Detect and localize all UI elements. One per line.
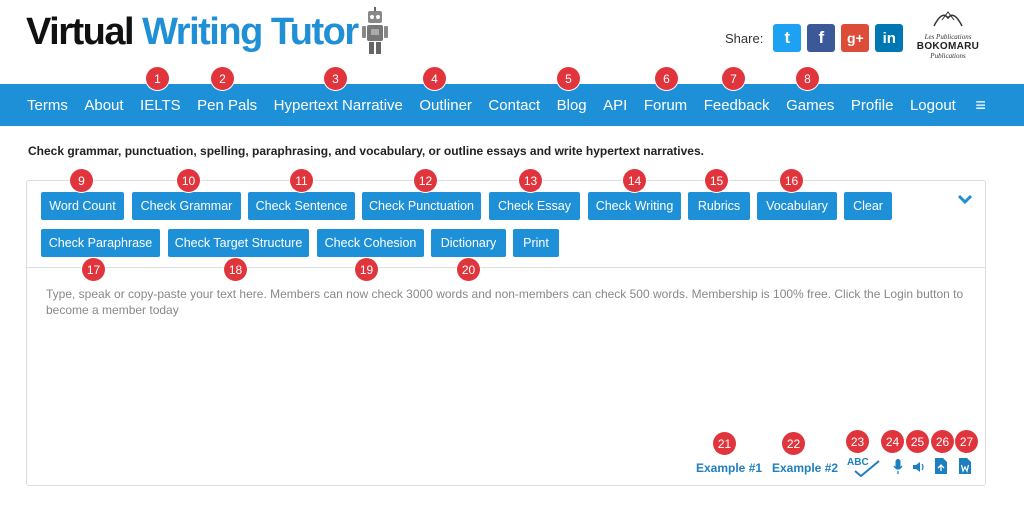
nav-pen-pals[interactable]: Pen Pals xyxy=(197,97,257,114)
speaker-icon[interactable] xyxy=(913,461,925,473)
editor-panel: Word Count Check Grammar Check Sentence … xyxy=(26,180,986,486)
badge-3: 3 xyxy=(324,67,347,90)
twitter-glyph: t xyxy=(784,28,791,47)
nav-blog[interactable]: Blog xyxy=(557,97,587,114)
badge-16: 16 xyxy=(780,169,803,192)
example-1-link[interactable]: Example #1 xyxy=(696,461,762,475)
vocabulary-button[interactable]: Vocabulary xyxy=(757,192,837,220)
badge-20: 20 xyxy=(457,258,480,281)
main-nav: Terms About IELTS Pen Pals Hypertext Nar… xyxy=(0,84,1024,126)
nav-about[interactable]: About xyxy=(84,97,123,114)
badge-27: 27 xyxy=(955,430,978,453)
badge-10: 10 xyxy=(177,169,200,192)
nav-ielts[interactable]: IELTS xyxy=(140,97,181,114)
badge-12: 12 xyxy=(414,169,437,192)
nav-games[interactable]: Games xyxy=(786,97,834,114)
badge-8: 8 xyxy=(796,67,819,90)
badge-19: 19 xyxy=(355,258,378,281)
badge-22: 22 xyxy=(782,432,805,455)
tool-toolbar: Word Count Check Grammar Check Sentence … xyxy=(27,181,985,268)
check-writing-button[interactable]: Check Writing xyxy=(588,192,681,220)
check-target-structure-button[interactable]: Check Target Structure xyxy=(168,229,309,257)
spellcheck-check-icon xyxy=(854,460,880,477)
badge-18: 18 xyxy=(224,258,247,281)
print-button[interactable]: Print xyxy=(513,229,559,257)
dictionary-button[interactable]: Dictionary xyxy=(431,229,506,257)
badge-11: 11 xyxy=(290,169,313,192)
page-tagline: Check grammar, punctuation, spelling, pa… xyxy=(28,144,704,158)
spellcheck-icon[interactable]: ABC xyxy=(847,457,881,477)
badge-23: 23 xyxy=(846,430,869,453)
check-punctuation-button[interactable]: Check Punctuation xyxy=(362,192,481,220)
googleplus-glyph: g+ xyxy=(846,30,864,46)
robot-icon xyxy=(361,7,388,54)
nav-hypertext-narrative[interactable]: Hypertext Narrative xyxy=(274,97,403,114)
logo-word-virtual: Virtual xyxy=(26,11,135,53)
badge-17: 17 xyxy=(82,258,105,281)
check-grammar-button[interactable]: Check Grammar xyxy=(132,192,241,220)
publisher-bird-icon xyxy=(933,11,963,27)
share-label: Share: xyxy=(725,30,764,46)
badge-6: 6 xyxy=(655,67,678,90)
nav-feedback[interactable]: Feedback xyxy=(704,97,770,114)
example-2-link[interactable]: Example #2 xyxy=(772,461,838,475)
share-bar: Share: t f g+ in xyxy=(725,24,904,52)
text-input-area[interactable]: Type, speak or copy-paste your text here… xyxy=(46,286,966,318)
hamburger-menu-icon[interactable]: ≡ xyxy=(975,95,986,116)
badge-2: 2 xyxy=(211,67,234,90)
check-sentence-button[interactable]: Check Sentence xyxy=(248,192,355,220)
logo-word-writing: Writing xyxy=(142,11,263,53)
publisher-name: BOKOMARU xyxy=(916,41,980,52)
linkedin-icon[interactable]: in xyxy=(875,24,904,52)
chevron-down-icon[interactable] xyxy=(957,193,973,205)
microphone-icon[interactable] xyxy=(893,459,903,475)
publisher-logo[interactable]: Les Publications BOKOMARU Publications xyxy=(912,8,984,60)
badge-14: 14 xyxy=(623,169,646,192)
facebook-icon[interactable]: f xyxy=(807,24,836,52)
badge-25: 25 xyxy=(906,430,929,453)
nav-outliner[interactable]: Outliner xyxy=(419,97,472,114)
facebook-glyph: f xyxy=(818,28,825,47)
badge-9: 9 xyxy=(70,169,93,192)
nav-profile[interactable]: Profile xyxy=(851,97,894,114)
nav-logout[interactable]: Logout xyxy=(910,97,956,114)
clear-button[interactable]: Clear xyxy=(844,192,892,220)
badge-24: 24 xyxy=(881,430,904,453)
badge-26: 26 xyxy=(931,430,954,453)
badge-1: 1 xyxy=(146,67,169,90)
word-document-icon[interactable] xyxy=(959,458,971,474)
check-paraphrase-button[interactable]: Check Paraphrase xyxy=(41,229,160,257)
linkedin-glyph: in xyxy=(882,29,896,47)
badge-21: 21 xyxy=(713,432,736,455)
publisher-line1: Les Publications xyxy=(924,33,972,41)
check-cohesion-button[interactable]: Check Cohesion xyxy=(317,229,424,257)
upload-file-icon[interactable] xyxy=(935,458,947,474)
site-logo[interactable]: Virtual Writing Tutor xyxy=(26,6,388,58)
badge-15: 15 xyxy=(705,169,728,192)
word-count-button[interactable]: Word Count xyxy=(41,192,124,220)
logo-word-tutor: Tutor xyxy=(270,11,359,53)
nav-terms[interactable]: Terms xyxy=(27,97,68,114)
nav-forum[interactable]: Forum xyxy=(644,97,687,114)
nav-api[interactable]: API xyxy=(603,97,627,114)
badge-7: 7 xyxy=(722,67,745,90)
publisher-line3: Publications xyxy=(930,52,966,60)
badge-5: 5 xyxy=(557,67,580,90)
badge-4: 4 xyxy=(423,67,446,90)
check-essay-button[interactable]: Check Essay xyxy=(489,192,580,220)
google-plus-icon[interactable]: g+ xyxy=(841,24,870,52)
badge-13: 13 xyxy=(519,169,542,192)
rubrics-button[interactable]: Rubrics xyxy=(688,192,750,220)
nav-contact[interactable]: Contact xyxy=(488,97,540,114)
twitter-icon[interactable]: t xyxy=(773,24,802,52)
